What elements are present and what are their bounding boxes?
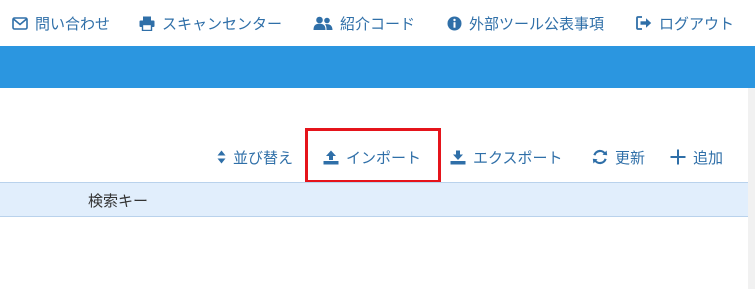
add-label: 追加 bbox=[693, 148, 724, 167]
top-navigation: 問い合わせ スキャンセンター 紹介コード 外部ツール公表事項 ログアウト bbox=[0, 0, 755, 46]
nav-scan-center[interactable]: スキャンセンター bbox=[139, 12, 282, 34]
nav-scan-center-label: スキャンセンター bbox=[162, 14, 283, 33]
sort-icon bbox=[217, 150, 226, 164]
plus-icon bbox=[670, 149, 686, 165]
nav-logout-label: ログアウト bbox=[659, 14, 735, 33]
export-label: エクスポート bbox=[473, 148, 563, 167]
info-circle-icon bbox=[446, 15, 462, 31]
nav-contact-label: 問い合わせ bbox=[35, 14, 111, 33]
printer-icon bbox=[139, 15, 155, 31]
highlight-annotation bbox=[305, 128, 441, 183]
download-icon bbox=[450, 150, 466, 165]
users-icon bbox=[313, 15, 333, 31]
sort-label: 並び替え bbox=[233, 148, 294, 167]
refresh-label: 更新 bbox=[615, 148, 646, 167]
sort-button[interactable]: 並び替え bbox=[217, 145, 293, 169]
sign-out-icon bbox=[636, 15, 652, 31]
table-body bbox=[0, 217, 748, 289]
nav-external-tools-label: 外部ツール公表事項 bbox=[469, 14, 605, 33]
table-header: 検索キー bbox=[0, 182, 748, 217]
export-button[interactable]: エクスポート bbox=[450, 145, 563, 169]
envelope-icon bbox=[12, 15, 28, 31]
nav-referral-code[interactable]: 紹介コード bbox=[313, 12, 415, 34]
scrollbar[interactable] bbox=[748, 46, 755, 289]
refresh-icon bbox=[592, 149, 608, 165]
nav-contact[interactable]: 問い合わせ bbox=[12, 12, 110, 34]
nav-logout[interactable]: ログアウト bbox=[636, 12, 734, 34]
refresh-button[interactable]: 更新 bbox=[592, 145, 645, 169]
column-header-search-key[interactable]: 検索キー bbox=[88, 190, 148, 211]
nav-referral-code-label: 紹介コード bbox=[340, 14, 416, 33]
nav-external-tools[interactable]: 外部ツール公表事項 bbox=[446, 12, 604, 34]
add-button[interactable]: 追加 bbox=[670, 145, 723, 169]
header-bar bbox=[0, 46, 755, 88]
